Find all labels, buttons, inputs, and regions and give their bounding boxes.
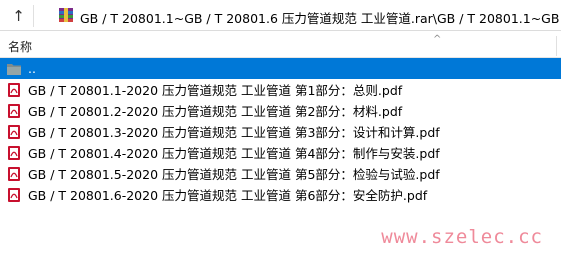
list-item-label: .. (28, 61, 36, 76)
list-item-label: GB / T 20801.2-2020 压力管道规范 工业管道 第2部分：材料.… (28, 104, 403, 119)
list-item-label: GB / T 20801.5-2020 压力管道规范 工业管道 第5部分：检验与… (28, 167, 440, 182)
pdf-icon (8, 187, 20, 202)
list-item-pdf[interactable]: GB / T 20801.1-2020 压力管道规范 工业管道 第1部分：总则.… (0, 79, 561, 100)
list-item-label: GB / T 20801.4-2020 压力管道规范 工业管道 第4部分：制作与… (28, 146, 440, 161)
address-path[interactable]: GB / T 20801.1~GB / T 20801.6 压力管道规范 工业管… (80, 8, 561, 27)
list-item-pdf[interactable]: GB / T 20801.5-2020 压力管道规范 工业管道 第5部分：检验与… (0, 163, 561, 184)
column-divider[interactable] (556, 36, 557, 56)
sort-ascending-icon: ^ (433, 34, 442, 45)
pdf-icon (8, 103, 20, 118)
list-item-label: GB / T 20801.3-2020 压力管道规范 工业管道 第3部分：设计和… (28, 125, 440, 140)
list-item-label: GB / T 20801.6-2020 压力管道规范 工业管道 第6部分：安全防… (28, 188, 428, 203)
list-item-parent-folder[interactable]: .. (0, 58, 561, 79)
file-list: .. GB / T 20801.1-2020 压力管道规范 工业管道 第1部分：… (0, 58, 561, 205)
list-item-pdf[interactable]: GB / T 20801.4-2020 压力管道规范 工业管道 第4部分：制作与… (0, 142, 561, 163)
column-name-header[interactable]: 名称 (8, 38, 32, 55)
pdf-icon (8, 166, 20, 181)
up-folder-button[interactable]: ↑ (4, 5, 34, 27)
folder-up-icon (7, 63, 21, 75)
pdf-icon (8, 145, 20, 160)
pdf-icon (8, 124, 20, 139)
list-item-pdf[interactable]: GB / T 20801.3-2020 压力管道规范 工业管道 第3部分：设计和… (0, 121, 561, 142)
arrow-up-icon: ↑ (12, 7, 25, 25)
list-item-pdf[interactable]: GB / T 20801.2-2020 压力管道规范 工业管道 第2部分：材料.… (0, 100, 561, 121)
address-bar: ↑ GB / T 20801.1~GB / T 20801.6 压力管道规范 工… (0, 0, 561, 31)
pdf-icon (8, 82, 20, 97)
list-item-pdf[interactable]: GB / T 20801.6-2020 压力管道规范 工业管道 第6部分：安全防… (0, 184, 561, 205)
site-watermark: www.szelec.cc (381, 226, 543, 248)
column-header: 名称 ^ (0, 34, 561, 58)
rar-archive-icon (59, 8, 73, 22)
list-item-label: GB / T 20801.1-2020 压力管道规范 工业管道 第1部分：总则.… (28, 83, 403, 98)
